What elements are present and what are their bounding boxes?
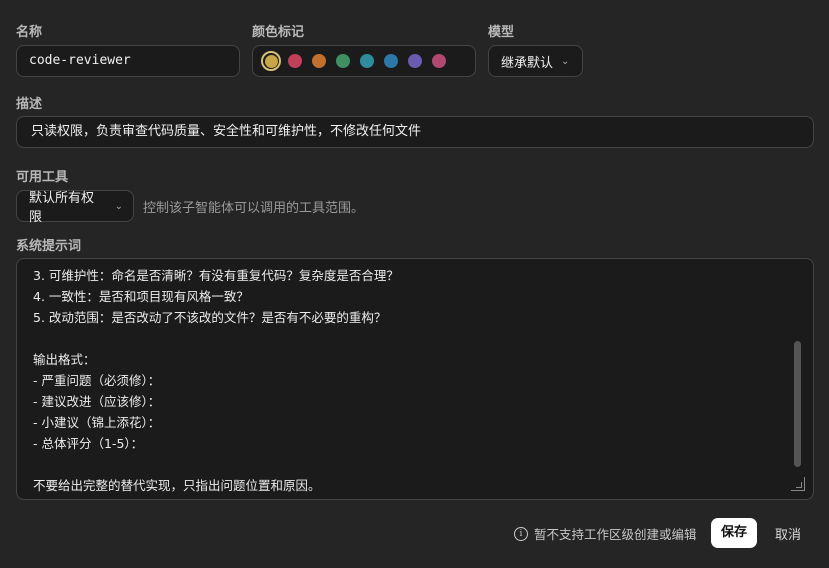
subagent-editor: 名称 code-reviewer 颜色标记 模型 继承默认 ⌄ 描述 只读权限，… <box>0 0 829 568</box>
system-prompt-textarea[interactable]: 3. 可维护性：命名是否清晰？有没有重复代码？复杂度是否合理？ 4. 一致性：是否… <box>16 258 814 500</box>
color-tag-label: 颜色标记 <box>252 25 305 40</box>
name-label: 名称 <box>16 25 43 40</box>
prompt-line: 输出格式： <box>33 352 96 367</box>
color-swatch[interactable] <box>384 54 398 68</box>
color-swatch[interactable] <box>336 54 350 68</box>
color-swatch[interactable] <box>288 54 302 68</box>
tools-select[interactable]: 默认所有权限 ⌄ <box>16 190 134 225</box>
model-select-value: 继承默认 <box>501 55 554 71</box>
scrollbar[interactable] <box>794 341 801 467</box>
color-swatch[interactable] <box>360 54 374 68</box>
color-swatch[interactable] <box>312 54 326 68</box>
description-input[interactable]: 只读权限，负责审查代码质量、安全性和可维护性，不修改任何文件 <box>16 116 814 148</box>
prompt-line: 5. 改动范围：是否改动了不该改的文件？是否有不必要的重构？ <box>33 310 387 325</box>
color-picker <box>252 45 476 77</box>
prompt-line: 不要给出完整的替代实现，只指出问题位置和原因。 <box>33 478 321 493</box>
prompt-line <box>33 328 797 349</box>
tools-hint: 控制该子智能体可以调用的工具范围。 <box>143 201 365 216</box>
prompt-line: - 总体评分（1-5）： <box>33 436 144 451</box>
system-prompt-label: 系统提示词 <box>16 239 82 254</box>
model-select[interactable]: 继承默认 ⌄ <box>488 45 583 77</box>
tools-label: 可用工具 <box>16 170 69 185</box>
prompt-line: - 建议改进（应该修）： <box>33 394 161 409</box>
chevron-down-icon: ⌄ <box>561 55 570 67</box>
description-label: 描述 <box>16 97 43 112</box>
prompt-line: - 小建议（锦上添花）： <box>33 415 161 430</box>
prompt-line <box>33 454 797 475</box>
tools-select-value: 默认所有权限 <box>29 191 95 225</box>
color-swatch[interactable] <box>261 51 281 71</box>
prompt-line: - 严重问题（必须修）： <box>33 373 161 388</box>
footer-note: i 暂不支持工作区级创建或编辑 <box>514 524 697 543</box>
name-input[interactable]: code-reviewer <box>16 45 240 77</box>
info-icon: i <box>514 526 528 541</box>
chevron-down-icon: ⌄ <box>114 200 123 212</box>
model-label: 模型 <box>488 25 515 40</box>
footer-note-text: 暂不支持工作区级创建或编辑 <box>534 527 697 542</box>
color-swatch[interactable] <box>432 54 446 68</box>
cancel-button[interactable]: 取消 <box>775 524 801 543</box>
system-prompt-content: 3. 可维护性：命名是否清晰？有没有重复代码？复杂度是否合理？ 4. 一致性：是否… <box>33 265 797 496</box>
save-button[interactable]: 保存 <box>711 518 757 548</box>
prompt-line: 4. 一致性：是否和项目现有风格一致？ <box>33 289 249 304</box>
color-swatch[interactable] <box>408 54 422 68</box>
resize-handle[interactable] <box>791 477 805 491</box>
prompt-line: 3. 可维护性：命名是否清晰？有没有重复代码？复杂度是否合理？ <box>33 268 399 283</box>
